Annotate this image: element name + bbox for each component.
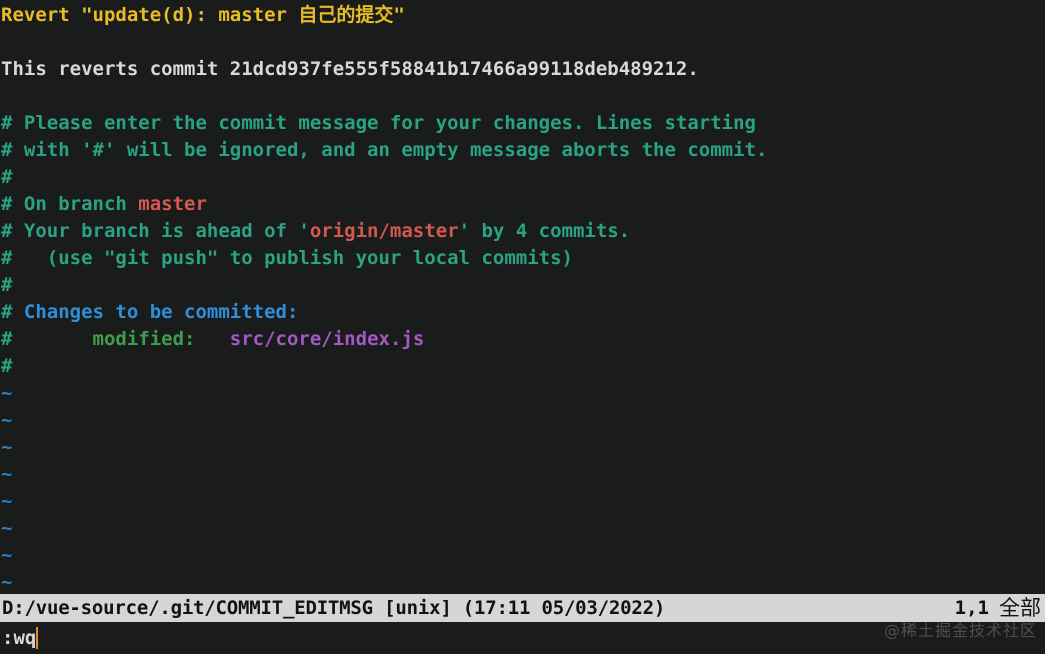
buffer-line-tilde-2: ~ [1,409,13,431]
vim-text-buffer[interactable]: Revert "update(d): master 自己的提交" This rev… [0,0,1045,594]
buffer-line-tilde-7: ~ [1,544,13,566]
buffer-line-tilde-6: ~ [1,517,13,539]
vim-command-line[interactable]: :wq [0,622,1045,654]
command-line-text: :wq [2,626,37,649]
statusline-file-info: D:/vue-source/.git/COMMIT_EDITMSG [unix]… [2,596,666,619]
buffer-line-comment-branch-segment-1: master [138,193,207,215]
statusline-right-group: 1,1 全部 [955,595,1041,622]
buffer-line-comment-modified: # modified: src/core/index.js [1,326,1045,353]
buffer-line-comment-branch-segment-0: # On branch [1,193,139,215]
buffer-line-comment-2: # with '#' will be ignored, and an empty… [1,139,768,161]
vim-status-line: D:/vue-source/.git/COMMIT_EDITMSG [unix]… [0,594,1045,622]
buffer-line-tilde-3: ~ [1,436,13,458]
buffer-line-tilde-4: ~ [1,463,13,485]
buffer-line-comment-ahead-segment-1: origin/master [309,220,459,242]
statusline-scroll-percent: 全部 [999,595,1041,620]
buffer-line-comment-1: # Please enter the commit message for yo… [1,112,756,134]
buffer-line-tilde-8: ~ [1,571,13,593]
buffer-line-comment-staged: # Changes to be committed: [1,299,1045,326]
buffer-line-tilde-5: ~ [1,490,13,512]
buffer-line-comment-modified-segment-1: modified: [92,328,230,350]
buffer-line-comment-3: # [1,166,13,188]
buffer-line-revert-body: This reverts commit 21dcd937fe555f58841b… [1,58,699,80]
buffer-line-subject: Revert "update(d): master 自己的提交" [1,4,405,26]
text-cursor [36,627,39,649]
buffer-line-tilde-1: ~ [1,382,13,404]
vim-terminal-window: Revert "update(d): master 自己的提交" This rev… [0,0,1045,654]
buffer-line-comment-4: # [1,274,13,296]
buffer-line-blank-2 [1,83,1045,110]
buffer-line-comment-5: # [1,355,13,377]
buffer-line-comment-modified-segment-2: src/core/index.js [229,328,425,350]
buffer-line-comment-staged-segment-1: Changes to be committed: [23,301,299,323]
buffer-line-comment-modified-segment-0: # [1,328,93,350]
buffer-line-comment-push: # (use "git push" to publish your local … [1,247,573,269]
buffer-line-comment-branch: # On branch master [1,191,1045,218]
buffer-line-comment-ahead-segment-0: # Your branch is ahead of ' [1,220,310,242]
buffer-line-comment-ahead-segment-2: ' by 4 commits. [458,220,631,242]
buffer-line-comment-ahead: # Your branch is ahead of 'origin/master… [1,218,1045,245]
buffer-line-blank-1 [1,29,1045,56]
buffer-line-comment-staged-segment-0: # [1,301,24,323]
statusline-ruler: 1,1 [954,596,989,619]
